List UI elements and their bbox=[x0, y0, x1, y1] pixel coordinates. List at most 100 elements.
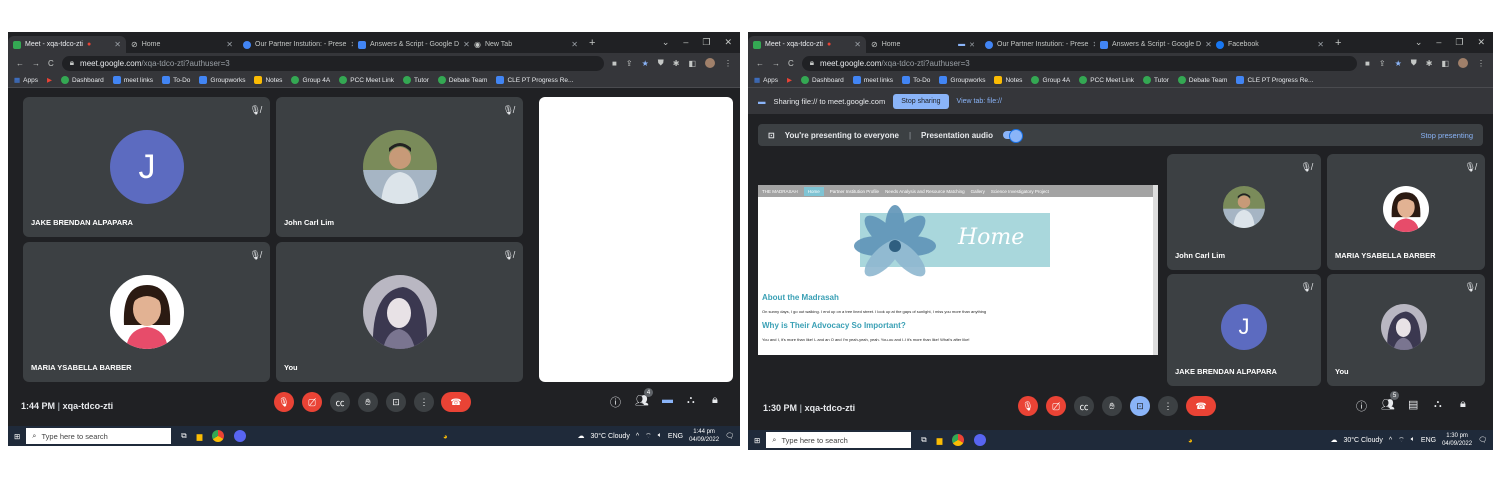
forward-arrow-icon[interactable]: → bbox=[32, 59, 40, 68]
bookmark-meet-links[interactable]: meet links bbox=[112, 76, 153, 84]
site-nav-profile[interactable]: Partner Institution Profile bbox=[830, 189, 879, 194]
taskbar-clock[interactable]: 1:44 pm 04/09/2022 bbox=[689, 428, 719, 444]
new-tab-plus-icon[interactable]: + bbox=[1329, 37, 1347, 49]
extensions-icon[interactable]: ✱ bbox=[673, 59, 680, 68]
raise-hand-button[interactable]: ✋︎ bbox=[358, 392, 378, 412]
speaker-icon[interactable]: 🔈︎ bbox=[1411, 436, 1415, 444]
camera-icon[interactable]: ■ bbox=[612, 59, 617, 68]
share-icon[interactable]: ⇪ bbox=[626, 59, 633, 68]
participant-tile-maria[interactable]: 🎙︎̸ MARIA YSABELLA BARBER bbox=[23, 242, 270, 382]
taskbar-search[interactable]: ⌕ Type here to search bbox=[766, 432, 912, 448]
chrome-icon[interactable] bbox=[952, 434, 965, 446]
info-icon[interactable]: ⓘ bbox=[1356, 398, 1367, 414]
reload-icon[interactable]: C bbox=[788, 59, 794, 68]
site-nav-sip[interactable]: Science Investigatory Project bbox=[991, 189, 1049, 194]
close-icon[interactable]: ✕ bbox=[226, 40, 233, 49]
taskbar-clock[interactable]: 1:30 pm 04/09/2022 bbox=[1442, 432, 1472, 448]
back-arrow-icon[interactable]: ← bbox=[756, 59, 764, 68]
close-icon[interactable]: ✕ bbox=[854, 40, 861, 49]
profile-avatar-icon[interactable] bbox=[1458, 58, 1468, 68]
bookmark-todo[interactable]: To-Do bbox=[902, 76, 930, 84]
site-nav-brand[interactable]: THE MADRASAH bbox=[762, 189, 798, 194]
host-controls-icon[interactable]: 🔒︎ bbox=[1460, 398, 1466, 411]
participant-tile-jake[interactable]: 🎙︎̸ J JAKE BRENDAN ALPAPARA bbox=[23, 97, 270, 237]
leave-call-button[interactable]: ☎︎ bbox=[441, 392, 471, 412]
discord-icon[interactable] bbox=[974, 434, 987, 446]
participant-tile-you[interactable]: 🎙︎̸ You bbox=[276, 242, 523, 382]
bookmark-groupworks[interactable]: Groupworks bbox=[199, 76, 245, 84]
chat-icon[interactable]: ▤ bbox=[1408, 398, 1418, 411]
url-field[interactable]: 🔒︎ meet.google.com/xqa-tdco-zti?authuser… bbox=[61, 55, 605, 71]
tab-home[interactable]: ⊘ Home ✕ bbox=[126, 36, 238, 53]
leave-call-button[interactable]: ☎︎ bbox=[1186, 396, 1216, 416]
taskbar-search[interactable]: ⌕ Type here to search bbox=[26, 428, 172, 444]
host-controls-icon[interactable]: 🔒︎ bbox=[712, 394, 718, 407]
windows-start-icon[interactable]: ⊞ bbox=[754, 436, 760, 445]
more-options-button[interactable]: ⋮ bbox=[1158, 396, 1178, 416]
site-nav-gallery[interactable]: Gallery bbox=[971, 189, 985, 194]
chevron-up-icon[interactable]: ^ bbox=[1389, 437, 1392, 444]
view-tab-link[interactable]: View tab: file:// bbox=[957, 98, 1002, 105]
close-window-icon[interactable]: ✕ bbox=[724, 37, 732, 48]
notification-icon[interactable]: 🗨︎ bbox=[725, 432, 734, 440]
presentation-audio-toggle[interactable] bbox=[1003, 129, 1024, 143]
bookmark-pcc[interactable]: PCC Meet Link bbox=[339, 76, 394, 84]
url-field[interactable]: 🔒︎ meet.google.com/xqa-tdco-zti?authuser… bbox=[801, 55, 1358, 71]
bookmark-meet-links[interactable]: meet links bbox=[852, 76, 893, 84]
tab-partner[interactable]: Our Partner Instution: - Prese ✕ bbox=[980, 36, 1095, 53]
site-scrollbar[interactable] bbox=[1153, 185, 1158, 355]
close-window-icon[interactable]: ✕ bbox=[1477, 37, 1485, 48]
stop-presenting-button[interactable]: Stop presenting bbox=[1420, 131, 1473, 140]
participant-tile-john[interactable]: 🎙︎̸ John Carl Lim bbox=[276, 97, 523, 237]
kebab-menu-icon[interactable]: ⋮ bbox=[1477, 59, 1485, 68]
presentation-tile-blank[interactable] bbox=[539, 97, 733, 382]
tab-meet[interactable]: Meet - xqa-tdco-zti ● ✕ bbox=[748, 36, 866, 53]
close-icon[interactable]: ✕ bbox=[1317, 40, 1324, 49]
participant-tile-jake[interactable]: 🎙︎̸ J JAKE BRENDAN ALPAPARA bbox=[1167, 274, 1321, 386]
windows-start-icon[interactable]: ⊞ bbox=[14, 432, 20, 441]
minimize-icon[interactable]: – bbox=[1436, 37, 1441, 48]
weather-app-icon[interactable]: ◕ bbox=[443, 432, 448, 441]
site-nav-home[interactable]: Home bbox=[803, 186, 824, 196]
bookmark-tutor[interactable]: Tutor bbox=[1142, 76, 1169, 84]
shield-icon[interactable]: ⛊ bbox=[1411, 58, 1417, 68]
file-explorer-icon[interactable]: ▆ bbox=[197, 432, 203, 441]
bookmark-group4a[interactable]: Group 4A bbox=[1031, 76, 1070, 84]
bookmark-cle[interactable]: CLE PT Progress Re... bbox=[1236, 76, 1313, 84]
task-view-icon[interactable]: ⧉ bbox=[921, 435, 926, 445]
bookmark-dashboard[interactable]: Dashboard bbox=[800, 76, 844, 84]
bookmark-apps[interactable]: ▦ Apps bbox=[754, 76, 778, 85]
camera-toggle-button[interactable]: ▢̸ bbox=[1046, 396, 1066, 416]
tab-new[interactable]: ◉ New Tab ✕ bbox=[469, 36, 583, 53]
captions-button[interactable]: ㏄ bbox=[330, 392, 350, 412]
tab-partner[interactable]: Our Partner Instution: - Prese ✕ bbox=[238, 36, 353, 53]
notification-icon[interactable]: 🗨︎ bbox=[1478, 436, 1487, 444]
mic-toggle-button[interactable]: 🎙︎ bbox=[274, 392, 294, 412]
camera-icon[interactable]: ■ bbox=[1365, 59, 1370, 68]
present-button[interactable]: ⊡ bbox=[386, 392, 406, 412]
chevron-down-icon[interactable]: ⌄ bbox=[662, 37, 670, 48]
activities-icon[interactable]: ⛬ bbox=[1434, 398, 1442, 411]
more-options-button[interactable]: ⋮ bbox=[414, 392, 434, 412]
speaker-icon[interactable]: 🔈︎ bbox=[658, 432, 662, 440]
chrome-icon[interactable] bbox=[212, 430, 225, 442]
captions-button[interactable]: ㏄ bbox=[1074, 396, 1094, 416]
sidepanel-icon[interactable]: ◧ bbox=[1441, 59, 1449, 68]
participant-tile-maria[interactable]: 🎙︎̸ MARIA YSABELLA BARBER bbox=[1327, 154, 1485, 270]
star-icon[interactable]: ★ bbox=[1395, 59, 1402, 68]
minimize-icon[interactable]: – bbox=[683, 37, 688, 48]
close-icon[interactable]: ✕ bbox=[969, 41, 975, 49]
activities-icon[interactable]: ⛬ bbox=[687, 394, 695, 407]
shield-icon[interactable]: ⛊ bbox=[658, 58, 664, 68]
info-icon[interactable]: ⓘ bbox=[610, 394, 621, 410]
maximize-icon[interactable]: ❐ bbox=[702, 37, 710, 48]
file-explorer-icon[interactable]: ▆ bbox=[937, 436, 943, 445]
tab-home[interactable]: ⊘ Home ▬ ✕ bbox=[866, 36, 980, 53]
close-icon[interactable]: ✕ bbox=[114, 40, 121, 49]
bookmark-group4a[interactable]: Group 4A bbox=[291, 76, 330, 84]
bookmark-tutor[interactable]: Tutor bbox=[402, 76, 429, 84]
task-view-icon[interactable]: ⧉ bbox=[181, 431, 186, 441]
forward-arrow-icon[interactable]: → bbox=[772, 59, 780, 68]
discord-icon[interactable] bbox=[234, 430, 247, 442]
bookmark-pcc[interactable]: PCC Meet Link bbox=[1079, 76, 1134, 84]
